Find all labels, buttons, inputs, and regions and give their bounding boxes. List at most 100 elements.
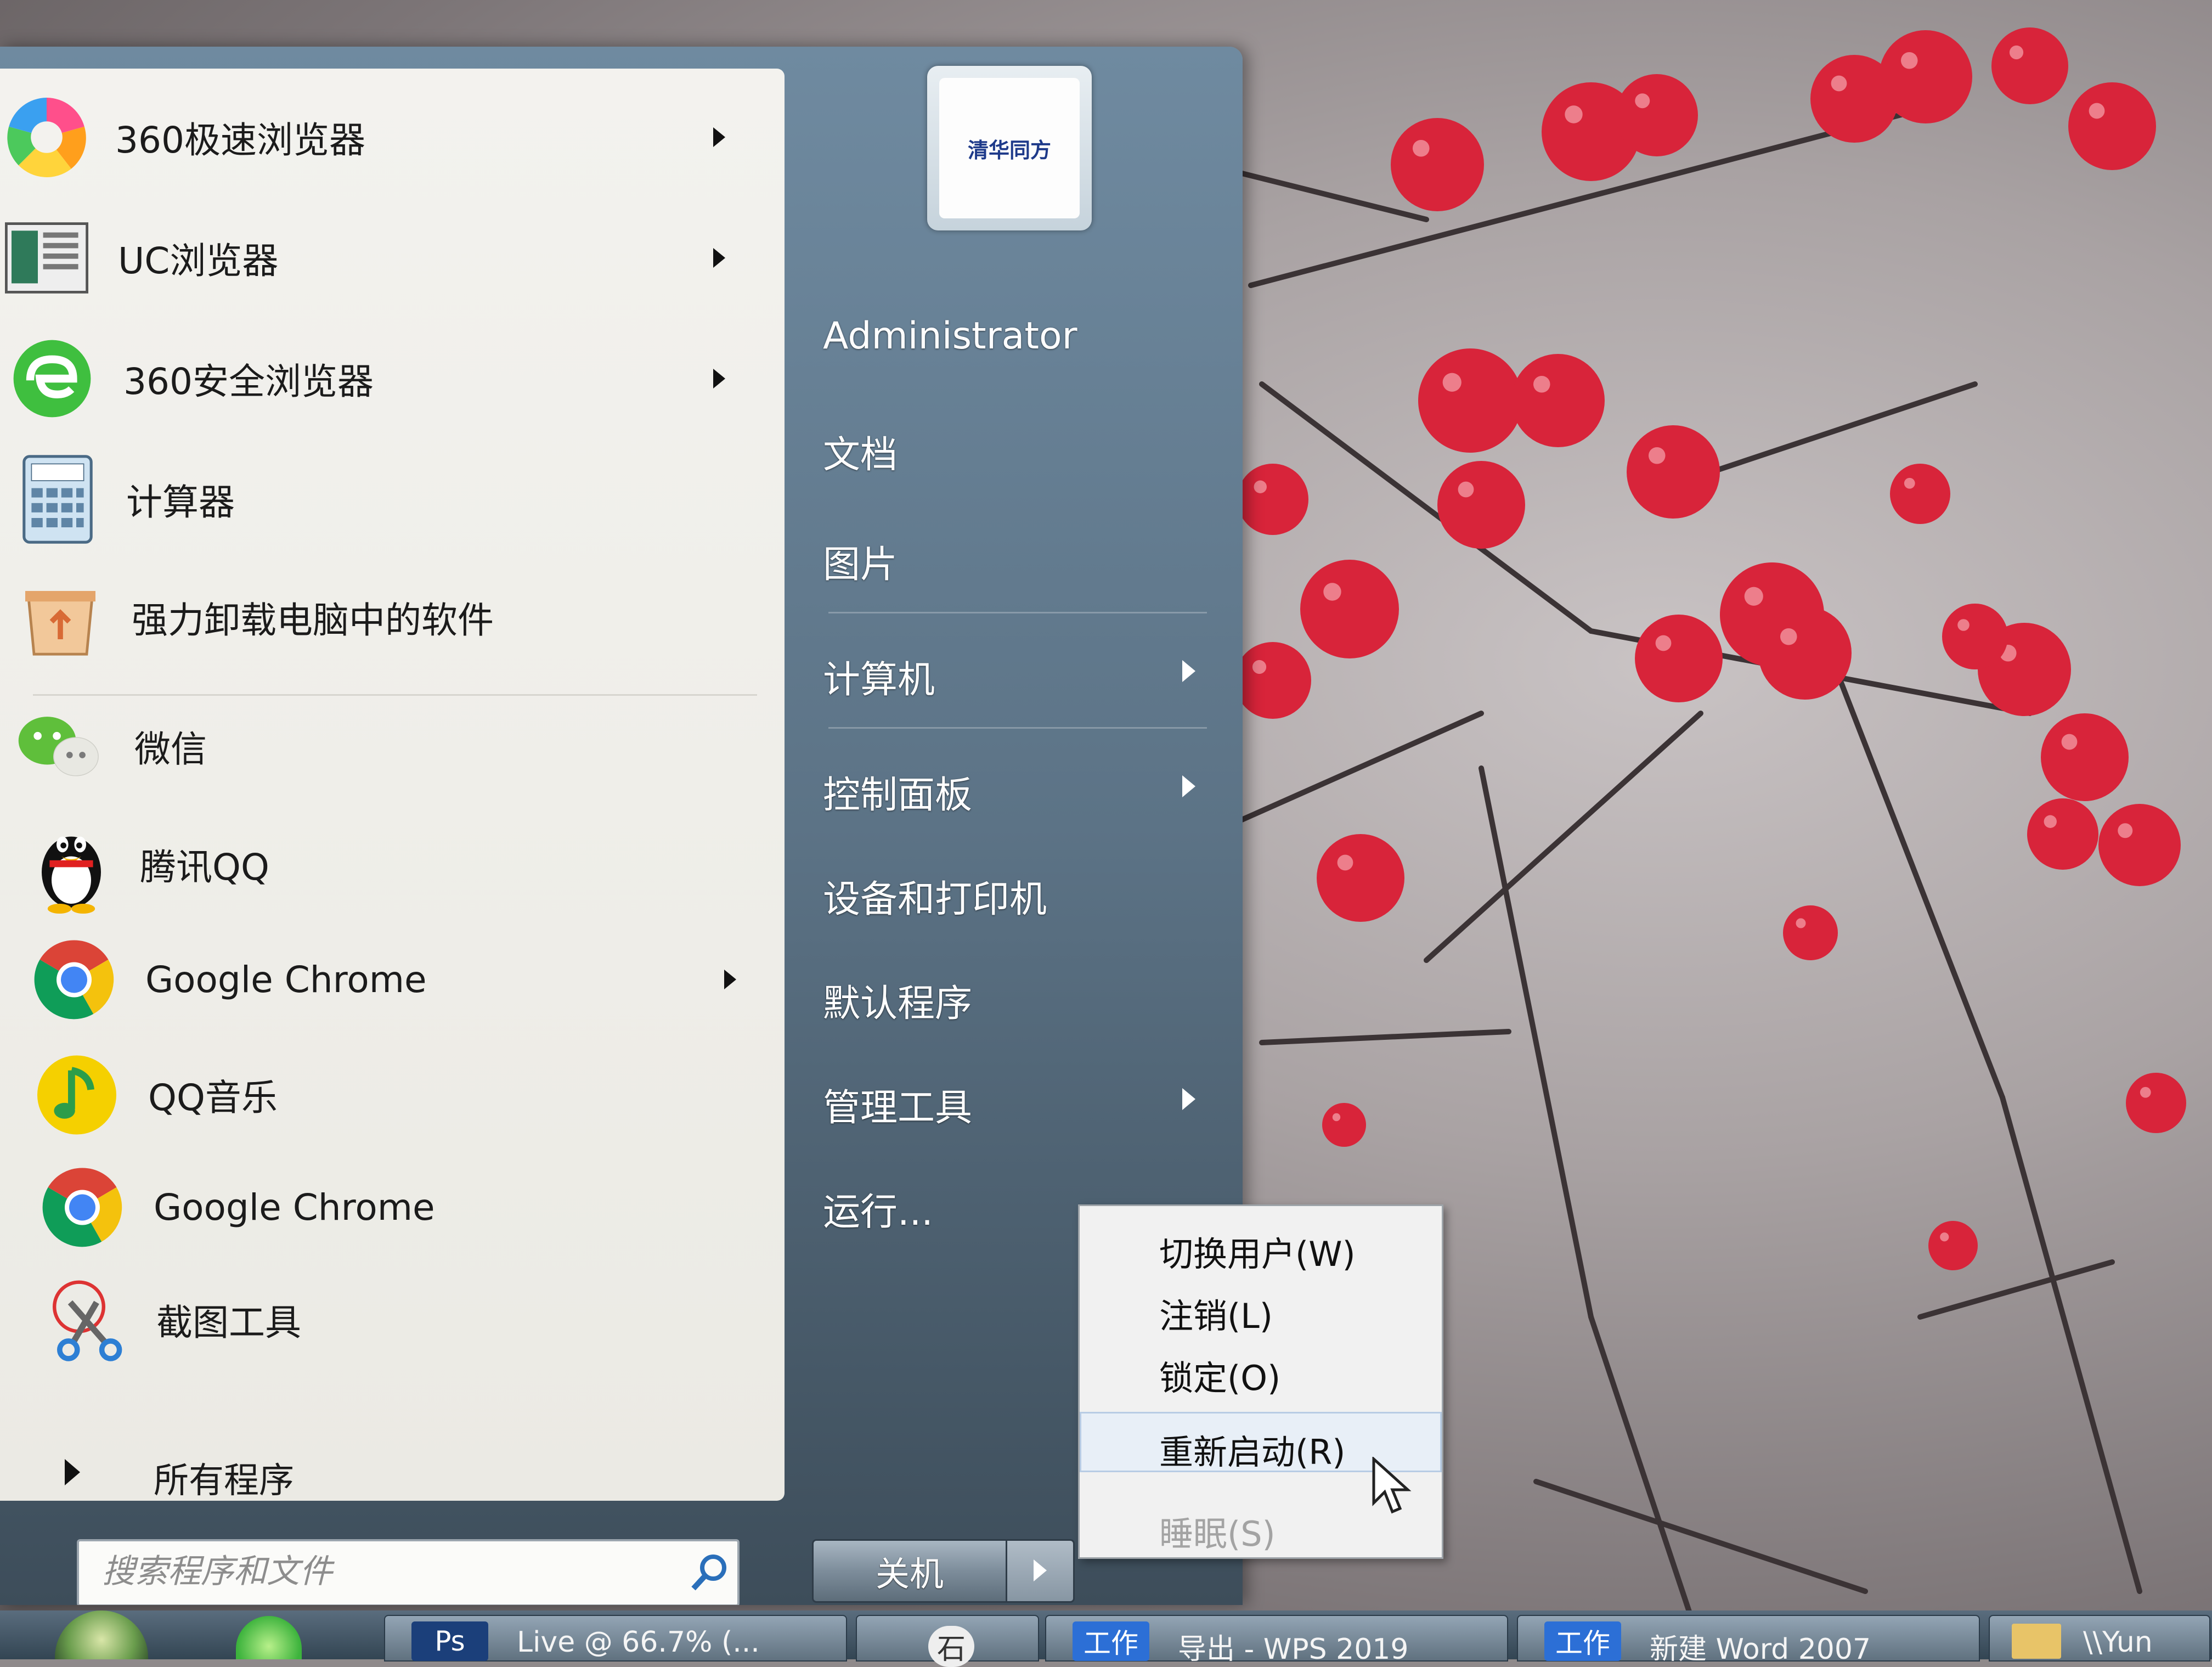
program-label: 截图工具 xyxy=(156,1302,301,1344)
wechat-icon xyxy=(14,702,101,790)
search-input[interactable] xyxy=(101,1549,652,1594)
chrome-icon xyxy=(30,936,118,1023)
program-label: QQ音乐 xyxy=(148,1077,278,1119)
branch xyxy=(2000,1095,2142,1594)
submenu-arrow-icon xyxy=(724,970,736,989)
menu-item-log-off[interactable]: 注销(L) xyxy=(1080,1276,1442,1337)
chrome-icon xyxy=(38,1163,126,1251)
right-item-documents[interactable]: 文档 xyxy=(823,403,1218,486)
start-orb-button[interactable] xyxy=(55,1610,148,1659)
branch xyxy=(1533,1479,1868,1594)
chevron-right-icon xyxy=(1034,1559,1047,1581)
taskbar-pinned-icon[interactable] xyxy=(236,1616,302,1659)
right-item-computer[interactable]: 计算机 xyxy=(823,628,1218,711)
right-item-control-panel[interactable]: 控制面板 xyxy=(823,744,1218,826)
calculator-icon xyxy=(14,455,101,544)
qq-penguin-icon xyxy=(27,820,115,914)
berry-highlight xyxy=(1533,375,1550,393)
right-item-pictures[interactable]: 图片 xyxy=(823,513,1218,595)
berry xyxy=(1300,560,1399,658)
360-secure-browser-icon xyxy=(8,335,96,423)
360-speed-browser-icon xyxy=(3,93,91,181)
program-label: 360极速浏览器 xyxy=(115,119,365,161)
berry xyxy=(1942,604,2008,669)
berry xyxy=(2068,82,2156,170)
taskbar-button-folder[interactable]: \\Yun xyxy=(1989,1615,2210,1662)
wps-icon: 工作 xyxy=(1073,1621,1149,1661)
program-google-chrome-1[interactable]: Google Chrome xyxy=(0,922,768,1037)
berry xyxy=(1635,615,1723,702)
menu-item-label: 注销(L) xyxy=(1159,1296,1273,1336)
taskbar-button-label: 导出 - WPS 2019 xyxy=(1178,1633,1409,1666)
berry xyxy=(2027,798,2098,870)
berry xyxy=(1991,27,2068,104)
taskbar: Ps Live @ 66.7% (... 石 工作 导出 - WPS 2019 … xyxy=(0,1610,2212,1667)
menu-item-switch-user[interactable]: 切换用户(W) xyxy=(1080,1214,1442,1275)
berry-highlight xyxy=(1412,139,1430,157)
submenu-arrow-icon xyxy=(713,248,725,268)
program-tencent-qq[interactable]: 腾讯QQ xyxy=(0,807,768,922)
submenu-arrow-icon xyxy=(713,127,725,147)
program-uc-browser[interactable]: UC浏览器 xyxy=(0,200,768,316)
berry-highlight xyxy=(2061,734,2078,750)
all-programs-button[interactable]: 所有程序 xyxy=(0,1435,768,1506)
program-wechat[interactable]: 微信 xyxy=(0,689,768,804)
berry-highlight xyxy=(2118,823,2133,838)
program-snipping-tool[interactable]: 截图工具 xyxy=(0,1262,768,1377)
right-item-default-programs[interactable]: 默认程序 xyxy=(823,952,1218,1034)
program-calculator[interactable]: 计算器 xyxy=(0,442,768,557)
program-qq-music[interactable]: QQ音乐 xyxy=(0,1037,768,1152)
berry xyxy=(1879,30,1972,123)
program-360-secure-browser[interactable]: 360安全浏览器 xyxy=(0,321,768,436)
berry xyxy=(2098,804,2181,886)
berry xyxy=(1890,464,1950,524)
program-360-speed-browser[interactable]: 360极速浏览器 xyxy=(0,80,768,195)
menu-item-lock[interactable]: 锁定(O) xyxy=(1080,1338,1442,1399)
berry-highlight xyxy=(1780,628,1797,645)
taskbar-button-2[interactable]: 石 xyxy=(856,1615,1039,1667)
search-box[interactable] xyxy=(77,1539,740,1605)
berry-highlight xyxy=(2009,45,2024,60)
berry-highlight xyxy=(1565,105,1583,123)
berry xyxy=(1511,354,1605,447)
submenu-arrow-icon xyxy=(1182,1088,1195,1110)
taskbar-button-photoshop[interactable]: Ps Live @ 66.7% (... xyxy=(384,1615,847,1662)
uc-browser-icon xyxy=(3,214,91,302)
berry xyxy=(2041,713,2129,801)
menu-item-label: 睡眠(S) xyxy=(1159,1514,1276,1554)
berry-highlight xyxy=(1940,1232,1949,1242)
taskbar-button-label: 石 xyxy=(928,1626,975,1667)
shutdown-options-button[interactable] xyxy=(1006,1539,1075,1603)
berry-highlight xyxy=(1332,1113,1341,1122)
program-label: Google Chrome xyxy=(154,1186,435,1229)
program-uninstaller[interactable]: 强力卸载电脑中的软件 xyxy=(0,560,768,675)
right-item-administrator[interactable]: Administrator xyxy=(823,294,1218,376)
berry-highlight xyxy=(1252,660,1267,674)
right-item-label: 图片 xyxy=(823,543,898,587)
program-label: UC浏览器 xyxy=(118,240,279,282)
taskbar-button-label: 新建 Word 2007 xyxy=(1650,1633,1871,1666)
berry-highlight xyxy=(1254,480,1267,493)
berry xyxy=(2126,1073,2186,1133)
berry xyxy=(1783,905,1838,960)
taskbar-button-wps[interactable]: 工作 导出 - WPS 2019 xyxy=(1045,1615,1508,1666)
branch xyxy=(1917,1259,2115,1320)
program-label: 强力卸载电脑中的软件 xyxy=(132,599,494,641)
menu-item-label: 重新启动(R) xyxy=(1159,1432,1346,1472)
berry-highlight xyxy=(2089,103,2105,119)
shutdown-button[interactable]: 关机 xyxy=(812,1539,1007,1603)
user-avatar[interactable]: 清华同方 xyxy=(927,66,1092,230)
right-item-devices-printers[interactable]: 设备和打印机 xyxy=(823,848,1218,930)
search-icon[interactable] xyxy=(687,1551,731,1597)
avatar-logo-text: 清华同方 xyxy=(967,138,1051,162)
berry-highlight xyxy=(2044,815,2057,828)
right-item-admin-tools[interactable]: 管理工具 xyxy=(823,1056,1218,1139)
snipping-tool-icon xyxy=(44,1276,132,1364)
berry xyxy=(1437,461,1525,549)
menu-separator xyxy=(828,612,1207,613)
program-google-chrome-2[interactable]: Google Chrome xyxy=(0,1150,768,1265)
berry-highlight xyxy=(1323,583,1341,601)
taskbar-button-word[interactable]: 工作 新建 Word 2007 xyxy=(1517,1615,1980,1666)
branch xyxy=(1424,711,1703,963)
right-item-label: 默认程序 xyxy=(823,982,973,1026)
